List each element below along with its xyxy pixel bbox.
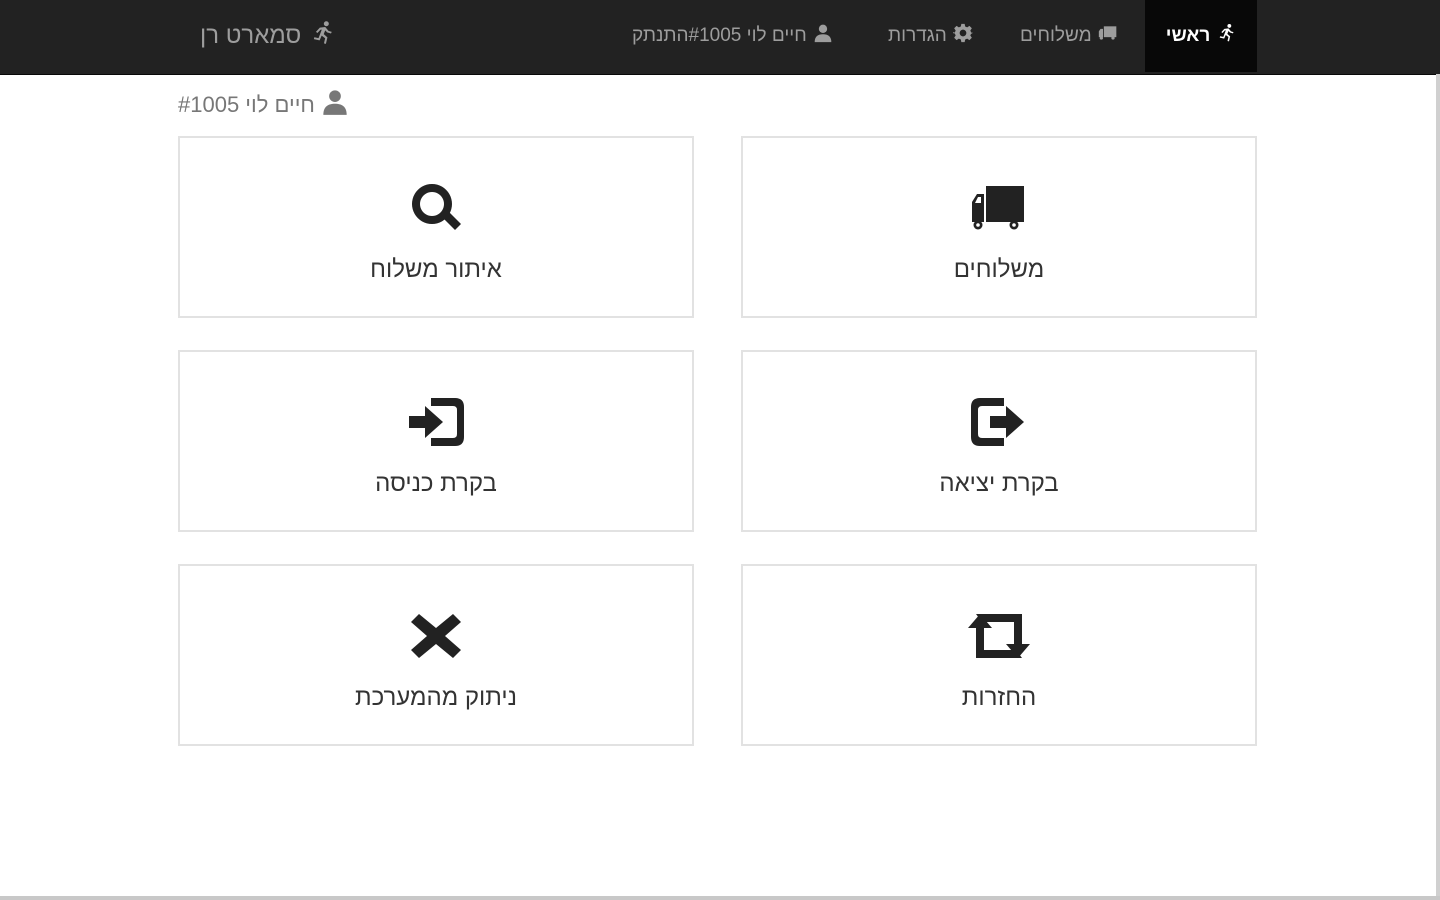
truck-icon (1098, 23, 1118, 49)
nav-item-shipments-label: משלוחים (1020, 25, 1092, 46)
runner-icon (1216, 23, 1236, 49)
current-user: חיים לוי #1005 (178, 88, 349, 122)
tile-entry-control-label: בקרת כניסה (375, 470, 497, 497)
nav-item-settings[interactable]: הגדרות (888, 0, 974, 72)
gear-icon (951, 23, 974, 49)
current-user-label: חיים לוי #1005 (178, 92, 315, 117)
tile-track-shipment-label: איתור משלוח (370, 256, 502, 283)
log-out-icon (743, 392, 1255, 452)
retweet-icon (743, 606, 1255, 666)
tile-returns-label: החזרות (961, 684, 1037, 711)
window-bottom-edge (0, 896, 1440, 900)
brand-label: סמארט רן (200, 22, 302, 49)
window-right-edge (1436, 74, 1440, 900)
user-icon (321, 88, 349, 122)
nav-item-home-label: ראשי (1165, 25, 1211, 46)
tile-track-shipment[interactable]: איתור משלוח (178, 136, 694, 318)
log-in-icon (180, 392, 692, 452)
tile-entry-control[interactable]: בקרת כניסה (178, 350, 694, 532)
runner-icon (309, 20, 335, 53)
tile-shipments-label: משלוחים (953, 256, 1045, 283)
tile-shipments[interactable]: משלוחים (741, 136, 1257, 318)
tile-disconnect[interactable]: ניתוק מהמערכת (178, 564, 694, 746)
tile-returns[interactable]: החזרות (741, 564, 1257, 746)
remove-icon (180, 606, 692, 666)
search-icon (180, 178, 692, 238)
user-icon (813, 23, 833, 49)
tile-exit-control[interactable]: בקרת יציאה (741, 350, 1257, 532)
tile-disconnect-label: ניתוק מהמערכת (355, 684, 517, 711)
truck-icon (743, 178, 1255, 238)
brand-link[interactable]: סמארט רן (200, 0, 335, 72)
nav-item-logout-label: חיים לוי #1005התנתק (632, 25, 807, 46)
nav-item-shipments[interactable]: משלוחים (1020, 0, 1118, 72)
nav-item-home[interactable]: ראשי (1145, 0, 1257, 72)
nav-item-logout[interactable]: חיים לוי #1005התנתק (632, 0, 833, 72)
navbar: סמארט רן ראשי משלוחים הגדרות חיים לוי #1… (0, 0, 1440, 75)
nav-item-settings-label: הגדרות (888, 25, 947, 46)
tile-exit-control-label: בקרת יציאה (939, 470, 1059, 497)
